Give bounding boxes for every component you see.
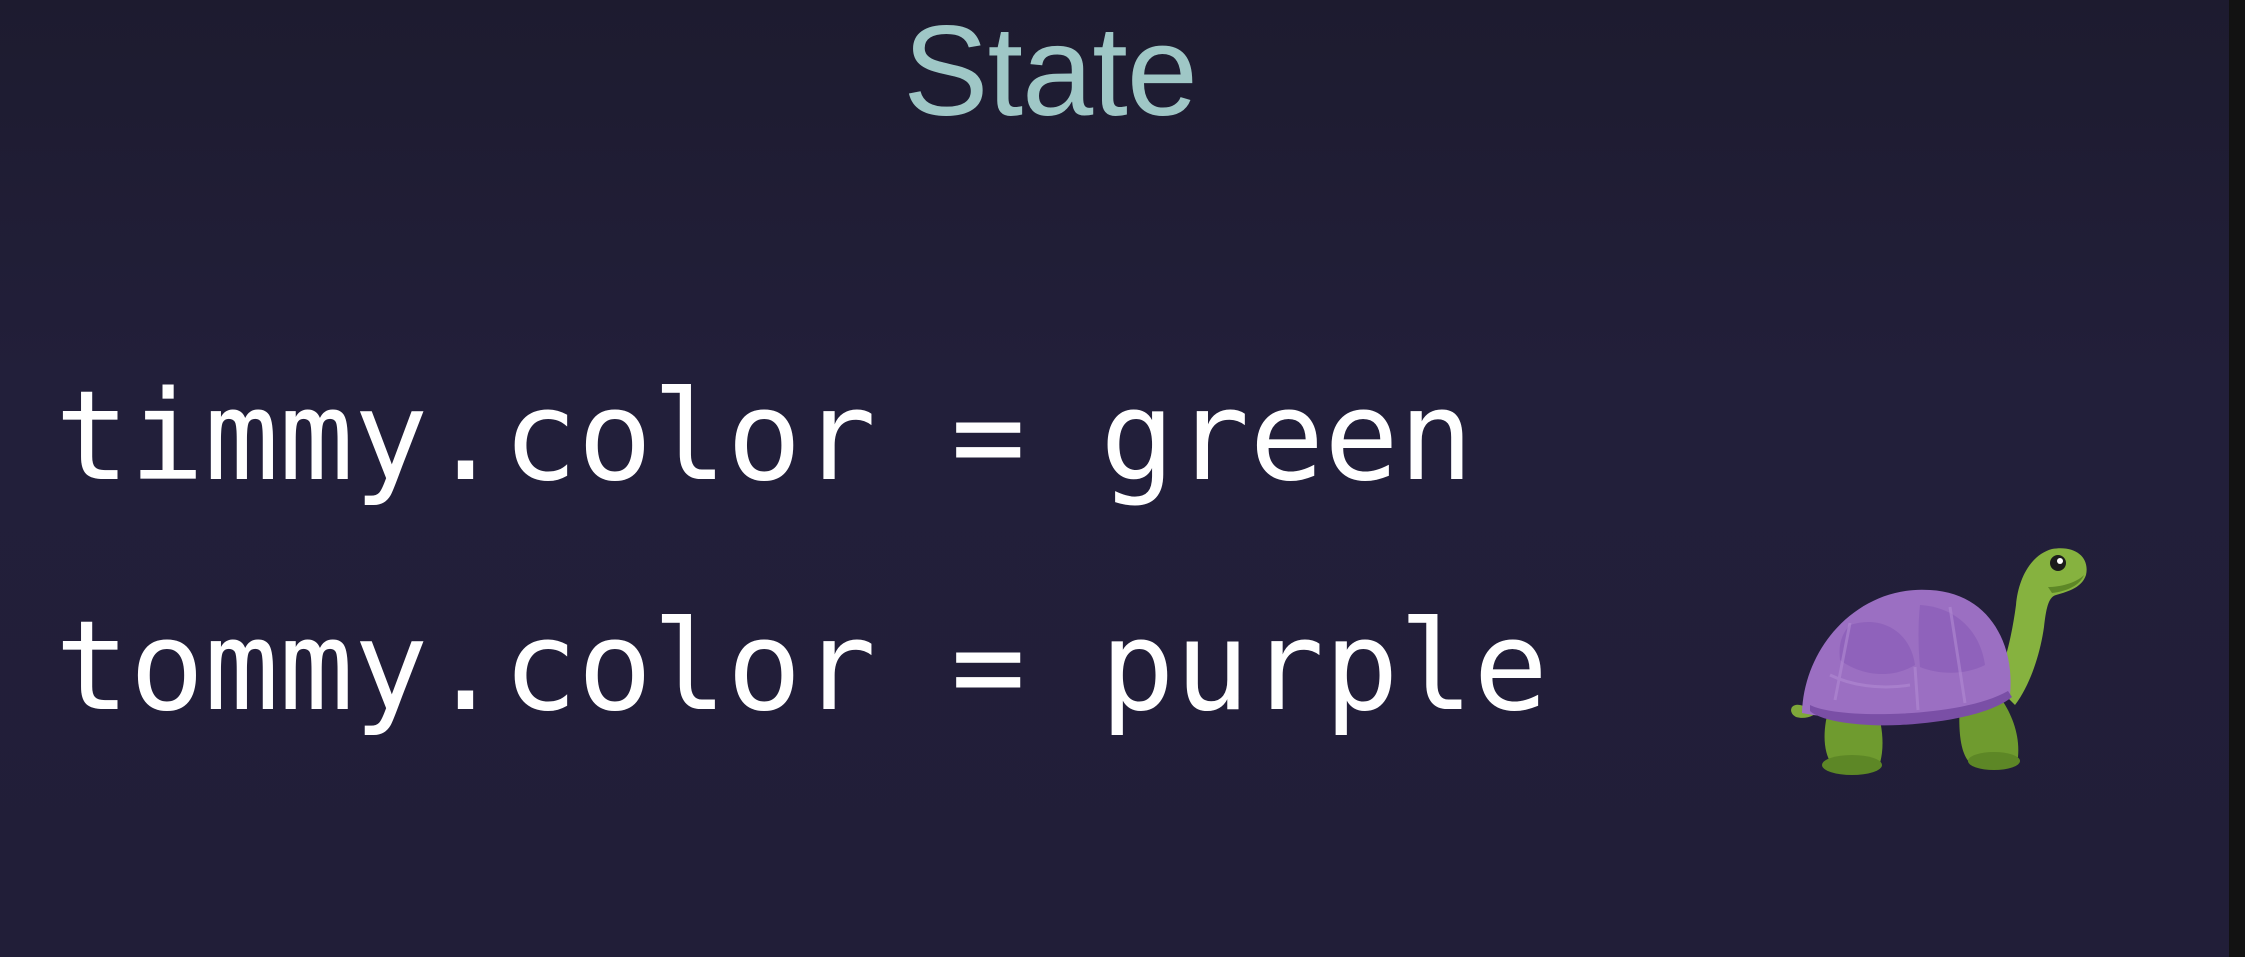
slide-title: State xyxy=(903,0,1198,143)
code-line-timmy: timmy.color = green xyxy=(55,365,1474,509)
slide: State timmy.color = green tommy.color = … xyxy=(0,0,2245,957)
turtle-icon xyxy=(1791,548,2087,775)
code-line-tommy: tommy.color = purple xyxy=(55,595,1549,739)
